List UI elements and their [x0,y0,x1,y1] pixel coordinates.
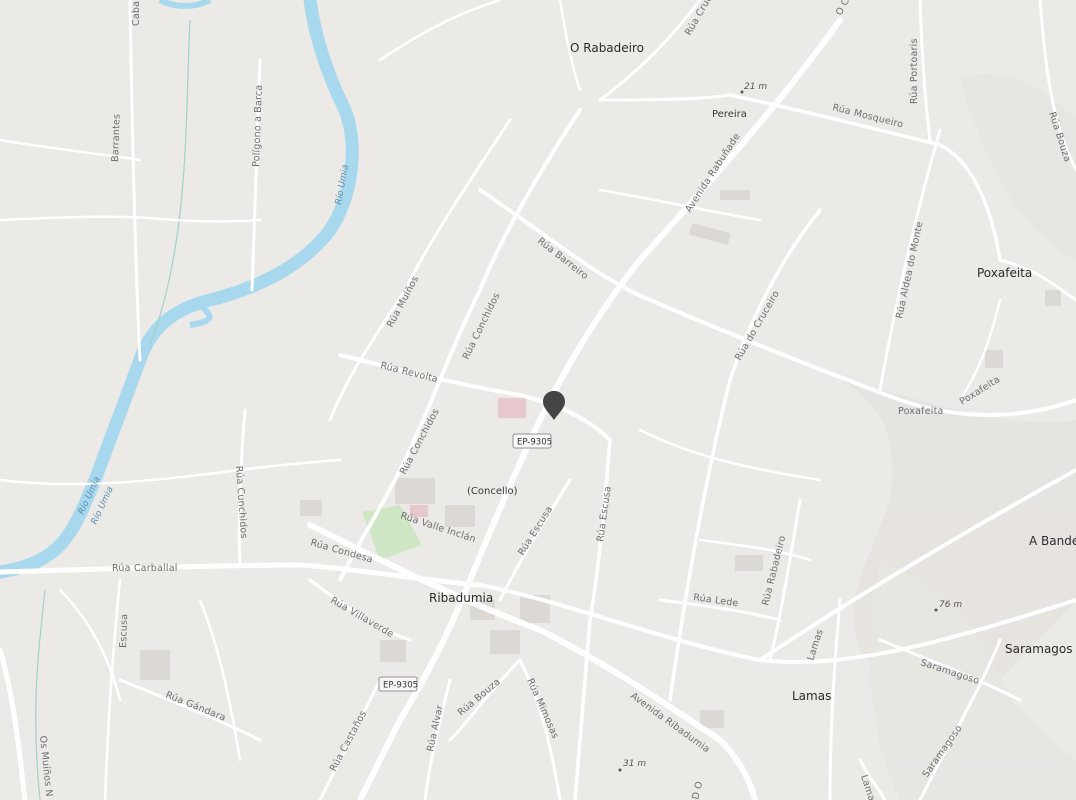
elevation-dot-3 [618,768,622,772]
place-ribadumia: Ribadumia [429,591,493,605]
street-cabana: Cabar [131,0,142,26]
svg-text:EP-9305: EP-9305 [383,681,418,691]
place-pereira: Pereira [712,109,747,120]
road-shield-ep-9305-2: EP-9305 [378,676,418,692]
place-o-rabadeiro: O Rabadeiro [570,41,644,55]
place-lamas: Lamas [792,689,831,703]
place-saramagos: Saramagos [1005,642,1073,656]
elevation-31: 31 m [623,759,646,769]
map-canvas[interactable]: O Rabadeiro Poxafeita Ribadumia Lamas Sa… [0,0,1076,800]
place-concello: (Concello) [467,486,518,497]
road-shield-ep-9305: EP-9305 [512,433,552,449]
street-poxafeita: Poxafeita [898,406,944,417]
elevation-21: 21 m [744,82,767,92]
place-poxafeita: Poxafeita [977,266,1032,280]
elevation-76: 76 m [939,600,962,610]
street-rua-portoaris: Rúa Portoaris [909,38,920,104]
street-escusa: Escusa [118,614,130,649]
building-pink [498,398,526,418]
elevation-dot-2 [934,608,938,612]
place-a-bande: A Bande [1029,534,1076,548]
street-barrantes: Barrantes [110,114,123,163]
street-rua-carballal: Rúa Carballal [112,563,178,574]
svg-text:EP-9305: EP-9305 [517,438,552,448]
